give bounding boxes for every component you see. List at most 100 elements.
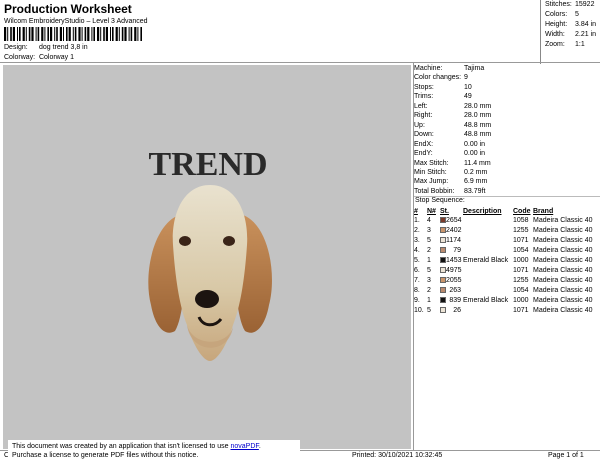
machine-key: Max Stitch: [414,159,449,167]
machine-key: Down: [414,131,434,139]
stitch-cell: 26 [440,306,463,316]
page-number: Page 1 of 1 [548,452,584,459]
summary-value: 3.84 in [575,21,597,28]
thread-code: 1071 [513,267,529,274]
barcode-bar [140,27,142,41]
machine-value: 28.0 mm [464,112,492,120]
thread-code: 1071 [513,307,529,314]
column-header: Brand [533,208,554,215]
summary-key: Colors: [545,11,568,18]
thread-code: 1255 [513,227,529,234]
dog-head [172,185,248,361]
machine-key: EndX: [414,140,434,148]
summary-value: 15922 [575,1,595,8]
machine-row: Max Jump: 6.9 mm [414,177,600,186]
table-row: 5. 1 1453 Emerald Black 1000 Madeira Classic … [414,256,600,266]
barcode-bar [22,27,25,41]
table-row: 6. 5 4975 1071 Madeira Classic 40 [414,266,600,276]
summary-key: Stitches: [545,1,572,8]
stitch-count: 2055 [446,277,462,284]
thread-description: Emerald Black [463,297,509,304]
stitch-cell: 1453 [440,256,463,266]
machine-row: Total Bobbin: 83.79ft [414,187,600,196]
stitch-count: 1174 [446,237,462,244]
machine-row: Left: 28.0 mm [414,102,600,111]
machine-key: Max Jump: [414,178,449,186]
summary-key: Height: [545,21,568,28]
colorway-row: Colorway: Colorway 1 [4,54,74,61]
barcode-bar [54,27,56,41]
summary-row: Height: 3.84 in [541,20,600,30]
barcode-bar [44,27,46,41]
notice-line-1: This document was created by an applicat… [12,442,296,451]
barcode-bar [66,27,68,41]
barcode-bar [10,27,12,41]
barcode-bar [50,27,53,41]
stitch-cell: 2402 [440,226,463,236]
barcode-bar [35,27,37,41]
stop-index: 8. [414,287,420,294]
stop-index: 3. [414,237,420,244]
colorway-value: Colorway 1 [38,54,74,61]
machine-value: 0.2 mm [464,168,488,176]
barcode-bar [17,27,18,41]
barcode-bar [115,27,118,41]
thread-code: 1054 [513,287,529,294]
machine-key: Trims: [414,93,434,101]
barcode-bar [110,27,111,41]
machine-row: EndX: 0.00 in [414,140,600,149]
needle-number: 5 [427,307,431,314]
barcode-bar [130,27,133,41]
stitch-count: 839 [449,297,461,304]
thread-code: 1054 [513,247,529,254]
stitch-cell: 839 [440,296,463,306]
machine-key: EndY: [414,150,433,158]
notice-text-1-end: . [258,443,261,450]
machine-value: 28.0 mm [464,102,492,110]
stitch-cell: 79 [440,246,463,256]
barcode-bar [100,27,102,41]
stop-index: 1. [414,217,420,224]
table-row: 2. 3 2402 1255 Madeira Classic 40 [414,226,600,236]
stop-index: 9. [414,297,420,304]
machine-value: 0.00 in [464,150,486,158]
colorway-label: Colorway: [4,54,36,61]
barcode-bar [12,27,15,41]
barcode-bar [25,27,27,41]
thread-brand: Madeira Classic 40 [533,307,593,314]
machine-value: 83.79ft [464,187,486,195]
thread-code: 1000 [513,257,529,264]
thread-description [463,246,513,256]
machine-key: Machine: [414,65,443,72]
thread-brand: Madeira Classic 40 [533,267,593,274]
table-row: 1. 4 2654 1058 Madeira Classic 40 [414,216,600,226]
machine-key: Right: [414,112,433,120]
notice-text-1: This document was created by an applicat… [12,443,229,450]
barcode-bar [91,27,93,41]
machine-key: Color changes: [414,74,462,82]
machine-value: 48.8 mm [464,121,492,129]
table-row: 10. 5 26 1071 Madeira Classic 40 [414,306,600,316]
thread-brand: Madeira Classic 40 [533,217,593,224]
table-row: 9. 1 839 Emerald Black 1000 Madeira Classic 4… [414,296,600,306]
printed-timestamp: Printed: 30/10/2021 10:32:45 [352,452,443,459]
summary-row: Zoom: 1:1 [541,40,600,50]
thread-description [463,216,513,226]
barcode-bar [103,27,105,41]
software-subtitle: Wilcom EmbroideryStudio – Level 3 Advanc… [4,18,148,25]
thread-brand: Madeira Classic 40 [533,257,593,264]
stop-index: 7. [414,277,420,284]
barcode-bar [87,27,90,41]
thread-code: 1255 [513,277,529,284]
barcode-bar [134,27,137,41]
table-row: 3. 5 1174 1071 Madeira Classic 40 [414,236,600,246]
barcode [4,27,142,41]
column-header: N# [427,208,436,215]
novapdf-link[interactable]: novaPDF [230,443,258,450]
design-value: dog trend 3,8 in [38,44,88,51]
machine-value: 9 [464,74,468,82]
summary-row: Colors: 5 [541,10,600,20]
summary-value: 1:1 [575,41,585,48]
thread-description: Emerald Black [463,257,509,264]
stitch-cell: 2654 [440,216,463,226]
